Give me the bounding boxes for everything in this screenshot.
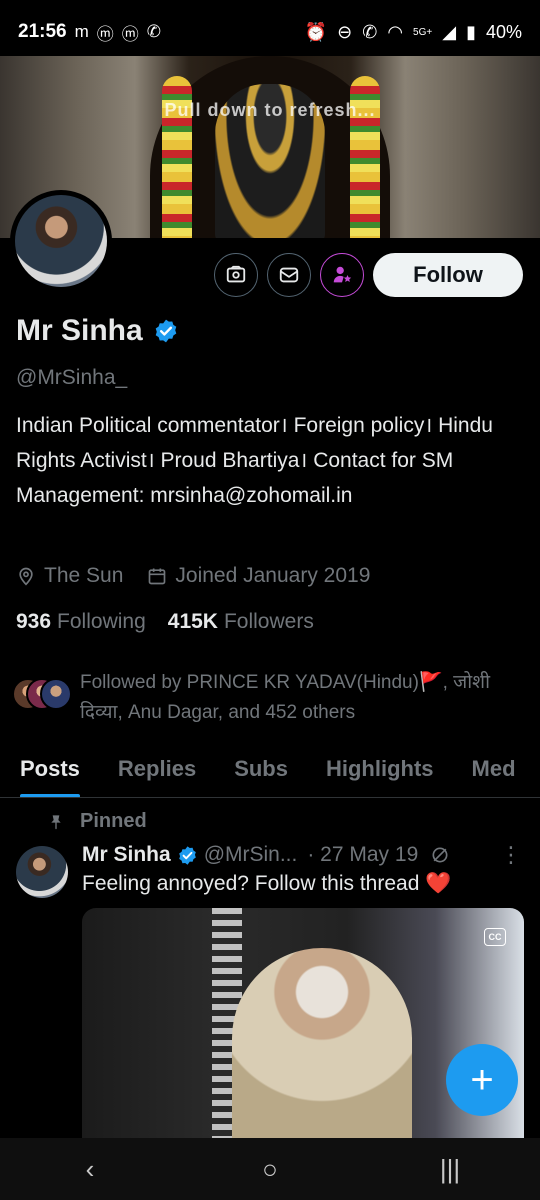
- followed-by-text: Followed by PRINCE KR YADAV(Hindu)🚩, जोश…: [80, 672, 491, 723]
- nav-recents-icon[interactable]: |||: [420, 1154, 480, 1185]
- following-link[interactable]: 936 Following: [16, 610, 146, 634]
- followed-by-row[interactable]: Followed by PRINCE KR YADAV(Hindu)🚩, जोश…: [12, 668, 520, 728]
- tab-replies[interactable]: Replies: [98, 746, 214, 797]
- battery-level: 40%: [485, 21, 522, 42]
- status-bar: 21:56 m ⓜ ⓜ ✆ ⏰ ⊖ ✆ ◠ 5G+ ◢ ▮ 40%: [0, 0, 540, 64]
- subscribe-button[interactable]: [320, 253, 364, 297]
- followers-link[interactable]: 415K Followers: [168, 610, 314, 634]
- tab-posts[interactable]: Posts: [0, 746, 98, 797]
- nav-home-icon[interactable]: ○: [240, 1154, 300, 1185]
- verified-badge-icon: [178, 845, 196, 865]
- post-date[interactable]: · 27 May 19: [307, 843, 418, 867]
- status-time: 21:56: [18, 21, 67, 42]
- nav-back-icon[interactable]: ‹: [60, 1154, 120, 1185]
- followers-count: 415K: [167, 610, 218, 633]
- profile-bio: Indian Political commentator। Foreign po…: [16, 414, 493, 507]
- profile-actions: Follow: [0, 253, 540, 297]
- image-analyze-icon: [226, 265, 246, 283]
- calendar-icon: [149, 568, 166, 585]
- notification-m-icon: ⓜ: [96, 24, 114, 44]
- following-label: Following: [57, 610, 146, 633]
- post-author-avatar[interactable]: [16, 846, 68, 898]
- location-item: The Sun: [16, 564, 123, 588]
- envelope-icon: [279, 267, 299, 283]
- notification-m2-icon: ⓜ: [121, 24, 139, 44]
- wifi-icon: ◠: [387, 21, 404, 42]
- profile-handle: @MrSinha_: [16, 366, 128, 389]
- follow-counts: 936 Following 415K Followers: [16, 610, 336, 634]
- grok-analyze-button[interactable]: [214, 253, 258, 297]
- joined-item: Joined January 2019: [147, 564, 370, 588]
- pinned-indicator: Pinned: [48, 810, 147, 833]
- closed-captions-icon[interactable]: CC: [484, 928, 506, 946]
- pinned-label: Pinned: [80, 810, 147, 832]
- pull-to-refresh-text: Pull down to refresh...: [164, 100, 376, 120]
- subscribe-star-icon: [333, 266, 352, 283]
- gmail-notification-icon: m: [74, 22, 89, 41]
- whatsapp-icon: ✆: [146, 22, 162, 41]
- tab-media[interactable]: Med: [452, 746, 534, 797]
- post-author-name[interactable]: Mr Sinha: [82, 843, 171, 867]
- wifi-calling-icon: ✆: [362, 21, 378, 42]
- joined-text: Joined January 2019: [175, 564, 371, 587]
- profile-meta: The Sun Joined January 2019: [16, 564, 394, 588]
- profile-name-row: Mr Sinha: [16, 314, 179, 348]
- followed-by-avatars: [12, 678, 74, 712]
- network-type: 5G+: [413, 26, 433, 38]
- following-count: 936: [16, 610, 52, 633]
- profile-tabs: Posts Replies Subs Highlights Med: [0, 746, 540, 798]
- follower-avatar: [40, 678, 72, 710]
- system-navigation-bar: ‹ ○ |||: [0, 1138, 540, 1200]
- post-text: Feeling annoyed? Follow this thread ❤️: [82, 872, 452, 895]
- plus-icon: +: [470, 1057, 494, 1102]
- post-header: Mr Sinha @MrSin... · 27 May 19 ⋮: [82, 842, 522, 868]
- grok-icon[interactable]: [430, 845, 450, 865]
- signal-icon: ◢: [442, 21, 457, 42]
- verified-badge-icon[interactable]: [153, 318, 179, 344]
- battery-icon: ▮: [466, 21, 476, 42]
- location-pin-icon: [19, 567, 33, 586]
- followers-label: Followers: [223, 610, 314, 633]
- follow-button[interactable]: Follow: [373, 253, 523, 297]
- dnd-icon: ⊖: [337, 21, 353, 42]
- pin-icon: [51, 814, 61, 829]
- profile-display-name: Mr Sinha: [16, 314, 143, 347]
- post-media-video[interactable]: CC: [82, 908, 524, 1148]
- tab-highlights[interactable]: Highlights: [306, 746, 452, 797]
- tab-subs[interactable]: Subs: [214, 746, 306, 797]
- location-text: The Sun: [44, 564, 124, 587]
- compose-post-button[interactable]: +: [446, 1044, 518, 1116]
- alarm-icon: ⏰: [304, 21, 328, 42]
- post-more-icon[interactable]: ⋮: [500, 842, 522, 868]
- message-button[interactable]: [267, 253, 311, 297]
- post-author-handle: @MrSin...: [203, 843, 298, 866]
- video-subject: [232, 948, 412, 1148]
